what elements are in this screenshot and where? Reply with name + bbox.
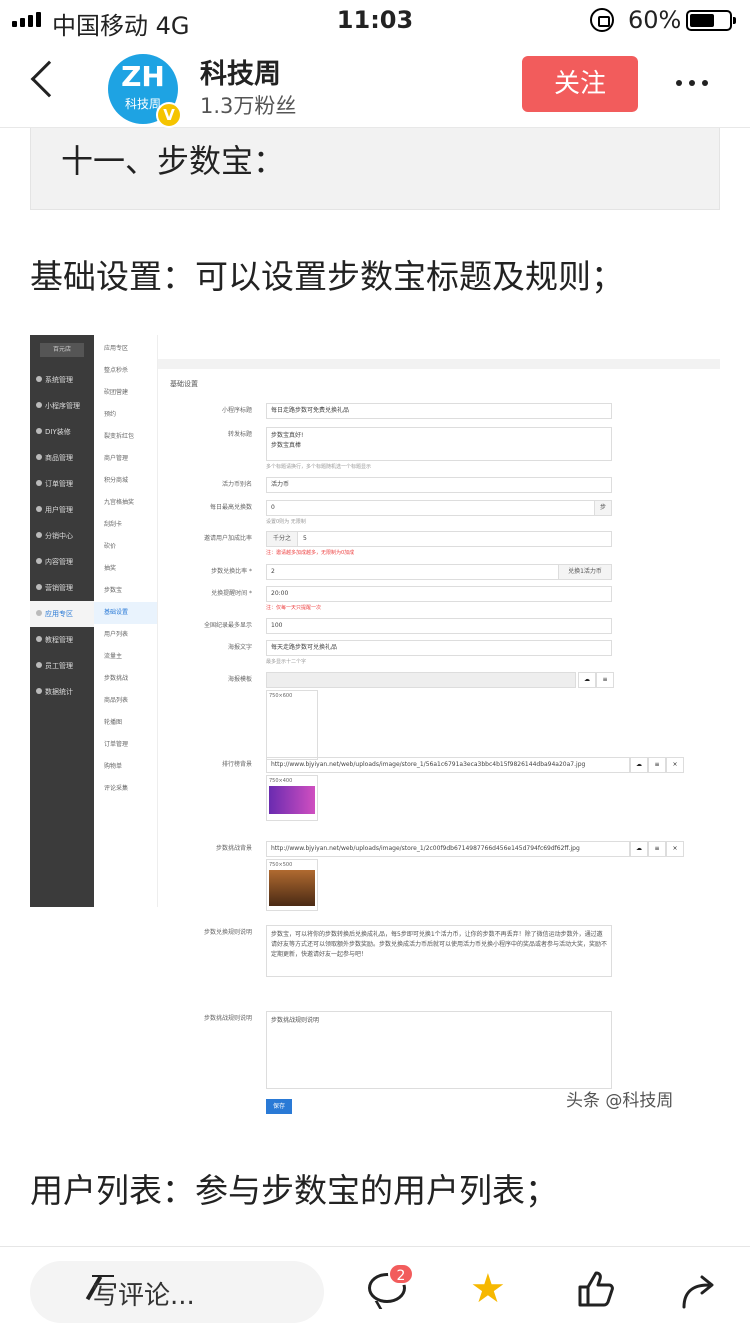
fan-count: 1.3万粉丝 <box>200 94 297 118</box>
admin-submenu-item: 流量主 <box>104 653 123 660</box>
watermark: 头条 @科技周 <box>566 1091 674 1111</box>
admin-screenshot-image[interactable]: 百元店 系统管理 小程序管理 DIY装修 商品管理 订单管理 用户管理 分销中心 内容管理 营销… <box>30 335 720 1120</box>
share-icon[interactable] <box>680 1271 720 1311</box>
battery-icon <box>686 10 736 31</box>
admin-sidebar-item: 分销中心 <box>30 523 94 549</box>
admin-logo: 百元店 <box>40 343 84 357</box>
submenu-title: 应用专区 <box>104 345 129 352</box>
admin-sidebar-item: 内容管理 <box>30 549 94 575</box>
save-button: 保存 <box>266 1099 292 1114</box>
admin-submenu-item: 购物单 <box>104 763 123 770</box>
admin-submenu-item: 抽奖 <box>104 565 117 572</box>
comment-placeholder: 写评论... <box>92 1281 195 1311</box>
admin-sidebar: 百元店 系统管理 小程序管理 DIY装修 商品管理 订单管理 用户管理 分销中心 内容管理 营销… <box>30 335 94 907</box>
form-row: 步数挑战背景 http://www.bjyiyan.net/web/uploads… <box>158 841 720 857</box>
verified-badge-icon: V <box>156 102 182 128</box>
poster-thumb: 750×600 <box>266 690 318 760</box>
form-row: 全国纪录最多显示 100 <box>158 618 720 634</box>
challenge-bg-thumb: 750×500 <box>266 859 318 911</box>
admin-sidebar-item: 教程管理 <box>30 627 94 653</box>
form-row: 海报模板 ☁ ≡ <box>158 672 720 688</box>
article-header: ZH 科技周 V 科技周 1.3万粉丝 关注 <box>0 40 750 128</box>
author-name[interactable]: 科技周 <box>200 52 281 91</box>
admin-submenu-item: 裂变拆红包 <box>104 433 135 440</box>
admin-submenu: 应用专区 整点秒杀砍团营建预约裂变拆红包商户管理积分商城九宫格抽奖刮刮卡砍价抽奖… <box>94 335 158 907</box>
admin-submenu-item: 整点秒杀 <box>104 367 129 374</box>
admin-sidebar-item: 用户管理 <box>30 497 94 523</box>
favorite-star-icon[interactable]: ★ <box>470 1269 506 1309</box>
admin-sidebar-item: 营销管理 <box>30 575 94 601</box>
admin-sidebar-item: 订单管理 <box>30 471 94 497</box>
form-row: 小程序标题 每日走路步数可免费兑换礼品 <box>158 403 720 419</box>
comment-input[interactable]: 写评论... <box>30 1261 324 1323</box>
paragraph-basic-settings: 基础设置：可以设置步数宝标题及规则； <box>30 257 624 296</box>
form-row: 邀请用户加成比率 5 千分之 <box>158 531 720 547</box>
admin-submenu-item: 刮刮卡 <box>104 521 123 528</box>
paragraph-user-list: 用户列表：参与步数宝的用户列表； <box>30 1171 558 1210</box>
form-row: 步数兑换比率 * 2 兑换1活力币 <box>158 564 720 580</box>
form-row: 排行榜背景 http://www.bjyiyan.net/web/uploads/… <box>158 757 720 773</box>
admin-submenu-item: 砍价 <box>104 543 117 550</box>
admin-submenu-item: 用户列表 <box>104 631 129 638</box>
admin-sidebar-item: 系统管理 <box>30 367 94 393</box>
admin-submenu-item: 商品列表 <box>104 697 129 704</box>
admin-sidebar-item: 应用专区 <box>30 601 94 627</box>
admin-sidebar-item: DIY装修 <box>30 419 94 445</box>
admin-sidebar-item: 小程序管理 <box>30 393 94 419</box>
form-row: 活力币别名 活力币 <box>158 477 720 493</box>
admin-submenu-item: 积分商城 <box>104 477 129 484</box>
comment-count-badge: 2 <box>388 1263 414 1285</box>
battery-percent: 60% <box>628 6 682 34</box>
admin-form: 基础设置 小程序标题 每日走路步数可免费兑换礼品 转发标题 步数宝真好! 步数宝真棒 … <box>158 359 720 1120</box>
admin-submenu-item: 基础设置 <box>94 602 157 624</box>
section-title: 十一、步数宝： <box>61 142 286 180</box>
more-icon[interactable] <box>676 80 708 86</box>
form-row: 每日最高兑换数 0 步 <box>158 500 720 516</box>
admin-sidebar-item: 商品管理 <box>30 445 94 471</box>
bottom-bar: 写评论... 2 ★ <box>0 1246 750 1334</box>
admin-submenu-item: 订单管理 <box>104 741 129 748</box>
admin-sidebar-item: 数据统计 <box>30 679 94 705</box>
back-icon[interactable] <box>30 60 68 98</box>
rule-textarea: 步数宝，可以将你的步数转换后兑换成礼品，每5步即可兑换1个活力币，让你的步数不再… <box>266 925 612 977</box>
status-bar: 中国移动 4G 11:03 60% <box>0 0 750 40</box>
avatar[interactable]: ZH 科技周 V <box>108 54 182 128</box>
admin-submenu-item: 轮播图 <box>104 719 123 726</box>
admin-submenu-item: 砍团营建 <box>104 389 129 396</box>
form-title: 基础设置 <box>170 380 198 388</box>
rotation-lock-icon <box>590 8 614 32</box>
admin-submenu-item: 九宫格抽奖 <box>104 499 135 506</box>
admin-submenu-item: 预约 <box>104 411 117 418</box>
section-heading-box: 十一、步数宝： <box>30 128 720 210</box>
admin-submenu-item: 步数宝 <box>104 587 123 594</box>
admin-sidebar-item: 员工管理 <box>30 653 94 679</box>
admin-submenu-item: 商户管理 <box>104 455 129 462</box>
thumbs-up-icon[interactable] <box>576 1269 616 1309</box>
admin-submenu-item: 评论采集 <box>104 785 129 792</box>
form-row: 海报文字 每天走路步数可兑换礼品 <box>158 640 720 656</box>
challenge-rule-textarea: 步数挑战规则说明 <box>266 1011 612 1089</box>
rank-bg-thumb: 750×400 <box>266 775 318 821</box>
admin-submenu-item: 步数挑战 <box>104 675 129 682</box>
follow-button[interactable]: 关注 <box>522 56 638 112</box>
form-row: 转发标题 步数宝真好! 步数宝真棒 <box>158 427 720 461</box>
form-row: 兑换提醒时间 * 20:00 <box>158 586 720 602</box>
